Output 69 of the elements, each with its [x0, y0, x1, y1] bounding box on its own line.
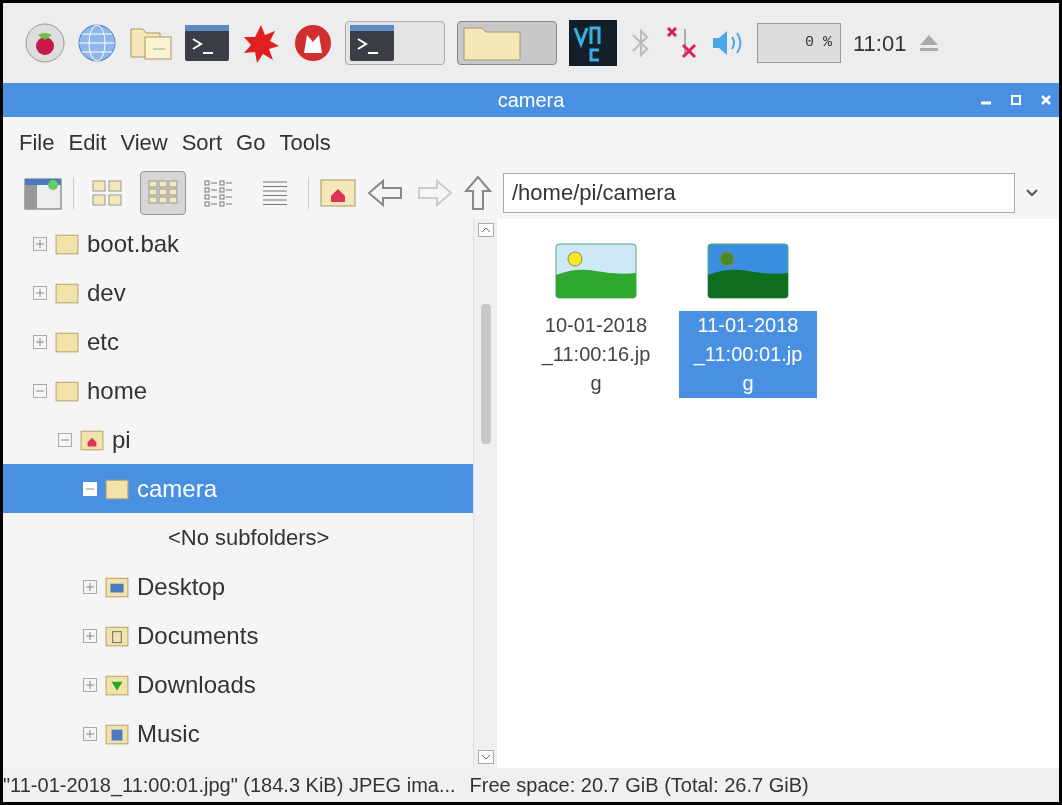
tree-item[interactable]: Music — [3, 709, 473, 758]
star-burst-icon[interactable] — [241, 23, 281, 63]
tree-item[interactable]: pi — [3, 415, 473, 464]
image-file-icon — [707, 243, 789, 299]
clock[interactable]: 11:01 — [853, 26, 907, 60]
large-icons-view-icon — [91, 179, 123, 207]
terminal-icon[interactable] — [185, 25, 229, 61]
maximize-icon[interactable] — [1011, 95, 1021, 105]
tree-item-label: Downloads — [137, 669, 256, 700]
collapse-icon[interactable] — [58, 432, 72, 447]
tree-item-label: pi — [112, 424, 131, 455]
expand-icon[interactable] — [33, 236, 47, 251]
cpu-monitor[interactable]: 0 % — [757, 23, 841, 63]
scroll-down-icon[interactable] — [477, 750, 494, 764]
expand-icon[interactable] — [33, 334, 47, 349]
dropdown-caret-icon[interactable] — [1025, 188, 1039, 198]
terminal-icon[interactable] — [350, 25, 394, 61]
scrollbar[interactable] — [473, 219, 497, 768]
scroll-up-icon[interactable] — [477, 223, 494, 237]
tree-item-label: Desktop — [137, 571, 226, 602]
menu-item[interactable]: Edit — [68, 125, 107, 159]
folder-icon — [462, 24, 522, 62]
home-folder-icon[interactable] — [319, 176, 357, 210]
image-name-label[interactable]: 10-01-2018_11:00:16.jpg — [527, 311, 665, 398]
expand-icon[interactable] — [33, 285, 47, 300]
expand-icon[interactable] — [83, 579, 97, 594]
taskbar-window-button[interactable] — [345, 21, 445, 65]
new-window-icon[interactable] — [23, 175, 63, 211]
tree-item-label: Documents — [137, 620, 259, 651]
tree-item-label: dev — [87, 277, 126, 308]
menu-item[interactable]: Go — [236, 125, 266, 159]
tree-item[interactable]: boot.bak — [3, 219, 473, 268]
tree-item-label: home — [87, 375, 148, 406]
globe-icon[interactable] — [77, 23, 117, 63]
back-arrow-icon[interactable] — [367, 178, 405, 208]
menu-item[interactable]: File — [19, 125, 55, 159]
expand-icon[interactable] — [83, 726, 97, 741]
location-field[interactable]: /home/pi/camera — [503, 173, 1015, 213]
window-title: camera — [497, 88, 565, 113]
tree-item[interactable]: Downloads — [3, 660, 473, 709]
view-mode-button[interactable] — [140, 171, 186, 215]
network-disconnected-icon[interactable] — [665, 25, 699, 61]
scrollbar-thumb[interactable] — [480, 303, 491, 444]
compact-view-icon — [203, 179, 235, 207]
menu-item[interactable]: Sort — [181, 125, 223, 159]
up-arrow-icon[interactable] — [463, 175, 493, 211]
raspberry-icon[interactable] — [25, 23, 65, 63]
tree-item-label: Music — [137, 718, 200, 749]
image-file-icon — [555, 243, 637, 299]
tree-item-label: camera — [137, 473, 218, 504]
tree-item[interactable]: home — [3, 366, 473, 415]
expand-icon[interactable] — [83, 677, 97, 692]
free-space: Free space: 20.7 GiB (Total: 26.7 GiB) — [469, 773, 809, 798]
selection-info: "11-01-2018_11:00:01.jpg" (184.3 KiB) JPEG ima... — [3, 773, 456, 799]
thumbnail-view-icon — [147, 179, 179, 207]
tree-item[interactable]: Documents — [3, 611, 473, 660]
collapse-icon[interactable] — [33, 383, 47, 398]
forward-arrow-icon[interactable] — [415, 178, 453, 208]
tree-item[interactable]: dev — [3, 268, 473, 317]
tree-item[interactable]: etc — [3, 317, 473, 366]
close-icon[interactable] — [1041, 95, 1051, 105]
menu-item[interactable]: View — [120, 125, 168, 159]
vnc-icon[interactable] — [569, 20, 617, 66]
tree-item-label: etc — [87, 326, 119, 357]
no-subfolders-note: <No subfolders> — [168, 524, 330, 552]
tree-item-label: boot.bak — [87, 228, 180, 259]
tree-item[interactable]: Desktop — [3, 562, 473, 611]
menu-item[interactable]: Tools — [279, 125, 331, 159]
expand-icon[interactable] — [83, 628, 97, 643]
